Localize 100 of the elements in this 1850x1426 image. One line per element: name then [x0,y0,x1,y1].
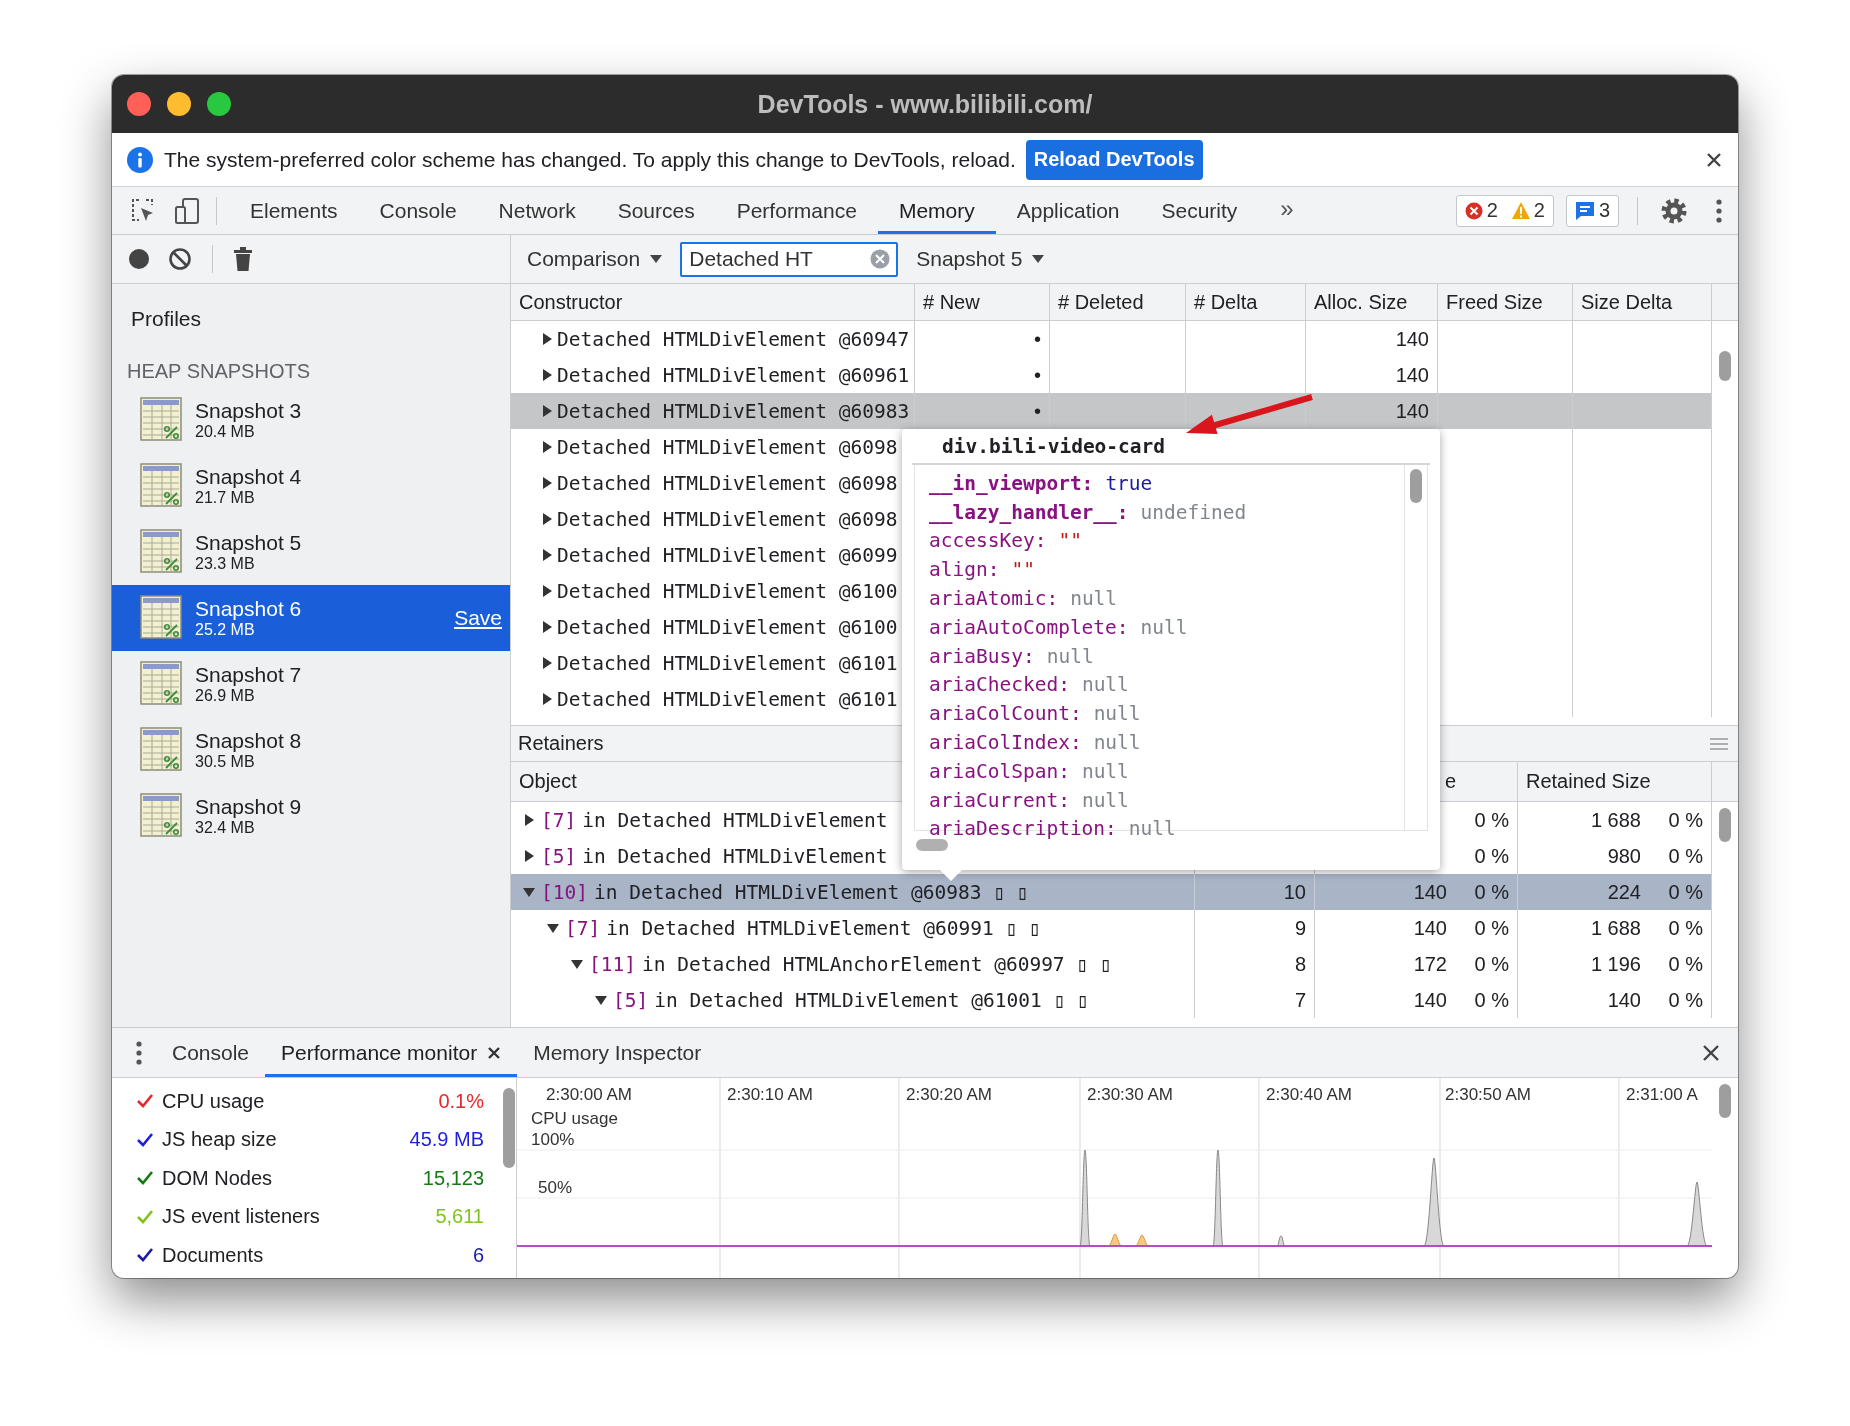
close-icon[interactable] [1702,1043,1720,1062]
section-heading: HEAP SNAPSHOTS [126,359,312,384]
metric-label: Documents [162,1243,265,1267]
shallow-size: 140 [1412,988,1447,1012]
scrollbar-thumb[interactable] [1719,808,1731,842]
panel-tab[interactable]: Sources [596,187,716,234]
retained-percent: 0 % [1667,880,1703,904]
expand-arrow-icon[interactable] [541,549,553,561]
drag-handle-icon[interactable] [1710,737,1728,750]
retained-percent: 0 % [1667,808,1703,832]
drawer-tab[interactable]: Memory Inspector [517,1028,718,1077]
column-header[interactable]: Constructor [511,284,915,320]
panel-tab[interactable]: Console [358,187,478,234]
scrollbar-thumb[interactable] [916,839,948,851]
tree-row[interactable]: [10] in Detached HTMLDivElement @60983 ▯ ▯ 10 140 0 % 224 0 % [511,874,1712,910]
column-header[interactable]: Size Delta [1573,284,1712,320]
close-icon[interactable] [487,1045,502,1060]
minimize-window-button[interactable] [167,92,191,116]
snapshot-item[interactable]: Snapshot 8 30.5 MB [112,717,510,783]
metric-value: 15,123 [422,1166,485,1190]
drawer-tab[interactable]: Console [156,1028,266,1077]
settings-icon[interactable] [1660,196,1688,225]
snapshot-item[interactable]: Snapshot 7 26.9 MB [112,651,510,717]
expand-arrow-icon[interactable] [547,922,559,934]
snapshot-item[interactable]: Snapshot 9 32.4 MB [112,783,510,849]
snapshot-item[interactable]: Snapshot 4 21.7 MB [112,453,510,519]
scrollbar-thumb[interactable] [1719,351,1731,381]
checkmark-icon[interactable] [136,1247,154,1264]
tree-row[interactable]: [11] in Detached HTMLAnchorElement @60997 ▯ ▯ 8 172 0 % 1 196 0 % [511,946,1712,982]
property-value: null [1093,731,1141,755]
checkmark-icon[interactable] [136,1170,154,1187]
property-name: ariaColCount: [929,702,1082,726]
clear-icon[interactable] [168,247,192,271]
checkmark-icon[interactable] [136,1131,154,1148]
expand-arrow-icon[interactable] [541,513,553,525]
panel-tab[interactable]: Elements [229,187,359,234]
column-header[interactable]: # New [915,284,1050,320]
property-value: null [1046,644,1094,668]
property-name: ariaAutoComplete: [929,615,1129,639]
expand-arrow-icon[interactable] [541,441,553,453]
panel-tab[interactable]: Application [995,187,1141,234]
expand-arrow-icon[interactable] [571,958,583,970]
more-options-icon[interactable] [1716,198,1722,223]
column-header[interactable]: # Deleted [1050,284,1186,320]
filter-field[interactable]: Detached HT [680,241,899,277]
close-icon[interactable] [1706,151,1722,168]
trash-icon[interactable] [233,247,253,271]
checkmark-icon[interactable] [136,1208,154,1225]
save-link[interactable]: Save [454,606,502,630]
expand-arrow-icon[interactable] [541,621,553,633]
clear-input-icon[interactable] [870,249,891,269]
column-header[interactable]: Freed Size [1438,284,1573,320]
column-header[interactable]: Retained Size [1518,762,1712,801]
view-dropdown[interactable]: Comparison [523,247,667,271]
scrollbar-thumb[interactable] [1410,469,1422,503]
inspect-icon[interactable] [130,197,156,224]
table-row[interactable]: Detached HTMLDivElement @60983 • 140 [511,393,1712,429]
table-row[interactable]: Detached HTMLDivElement @60947 • 140 [511,321,1712,357]
snapshot-item[interactable]: Snapshot 6 25.2 MB Save [112,585,510,651]
expand-arrow-icon[interactable] [541,693,553,705]
scrollbar-thumb[interactable] [503,1088,515,1168]
expand-arrow-icon[interactable] [541,333,553,345]
expand-arrow-icon[interactable] [541,369,553,381]
column-header[interactable]: # Delta [1186,284,1306,320]
shallow-size: 172 [1412,952,1447,976]
expand-arrow-icon[interactable] [541,405,553,417]
constructor-name: Detached HTMLDivElement @6098 [557,435,898,459]
scrollbar-thumb[interactable] [1719,1084,1731,1118]
expand-arrow-icon[interactable] [541,477,553,489]
tree-row[interactable]: [5] in Detached HTMLDivElement @61001 ▯ ▯ 7 140 0 % 140 0 % [511,982,1712,1018]
snapshot-size: 26.9 MB [195,687,256,705]
baseline-dropdown[interactable]: Snapshot 5 [912,247,1049,271]
issues-counter[interactable]: 2 2 [1455,194,1554,227]
property-value: null [1140,615,1188,639]
zoom-window-button[interactable] [207,92,231,116]
reload-button[interactable]: Reload DevTools [1025,139,1203,180]
expand-arrow-icon[interactable] [541,657,553,669]
expand-arrow-icon[interactable] [595,994,607,1006]
record-icon[interactable] [128,248,150,270]
snapshot-name: Snapshot 3 [195,399,303,423]
expand-arrow-icon[interactable] [523,850,535,862]
devices-icon[interactable] [174,197,200,224]
panel-tab[interactable]: Network [477,187,597,234]
close-window-button[interactable] [127,92,151,116]
expand-arrow-icon[interactable] [523,886,535,898]
tree-row[interactable]: [7] in Detached HTMLDivElement @60991 ▯ ▯ 9 140 0 % 1 688 0 % [511,910,1712,946]
retainer-index: [11] [589,952,636,976]
snapshot-item[interactable]: Snapshot 3 20.4 MB [112,387,510,453]
more-tabs-button[interactable]: » [1258,187,1316,234]
more-options-icon[interactable] [136,1040,142,1065]
checkmark-icon[interactable] [136,1093,154,1110]
snapshot-item[interactable]: Snapshot 5 23.3 MB [112,519,510,585]
constructor-name: Detached HTMLDivElement @6100 [557,579,898,603]
expand-arrow-icon[interactable] [541,585,553,597]
panel-tab[interactable]: Security [1140,187,1259,234]
messages-counter[interactable]: 3 [1565,194,1619,227]
drawer-tab[interactable]: Performance monitor [265,1028,518,1077]
column-header[interactable]: Alloc. Size [1306,284,1438,320]
expand-arrow-icon[interactable] [523,814,535,826]
panel-tab[interactable]: Performance [715,187,878,234]
